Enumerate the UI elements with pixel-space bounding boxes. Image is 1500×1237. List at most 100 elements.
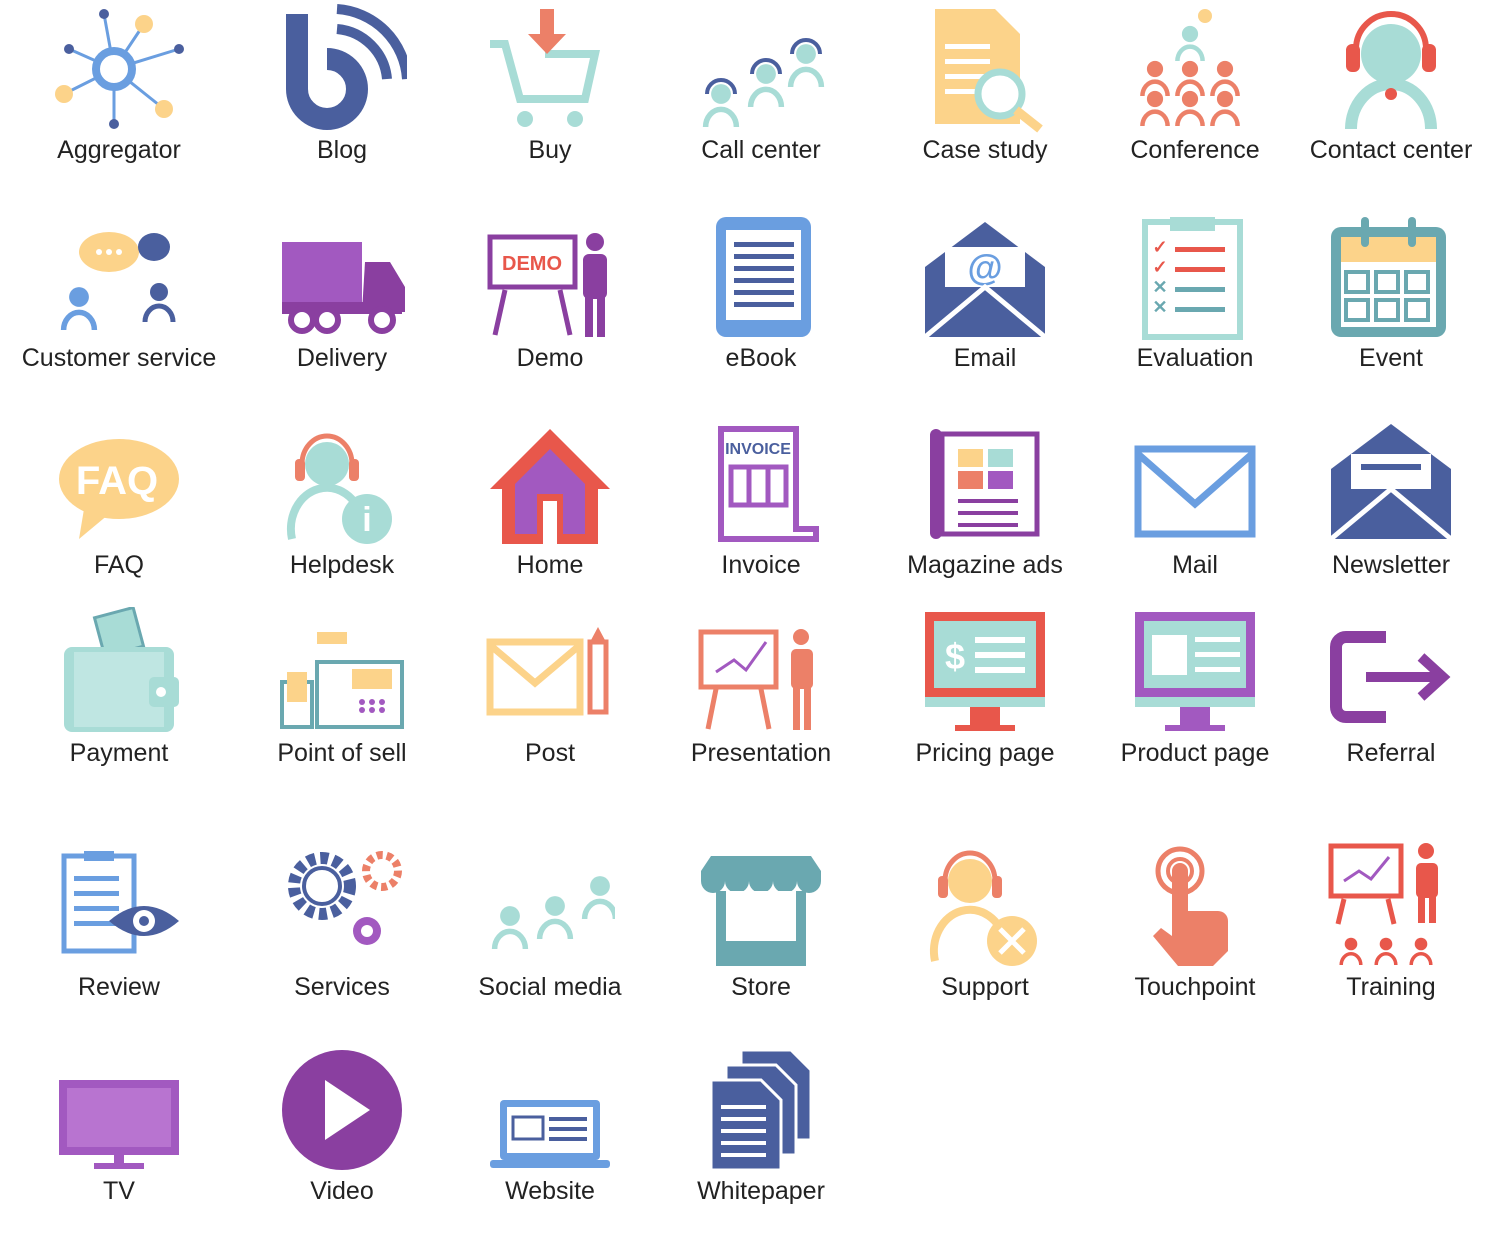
aggregator-icon xyxy=(14,4,224,134)
icon-tile-presentation[interactable]: Presentation xyxy=(656,607,866,768)
icon-tile-contact-center[interactable]: Contact center xyxy=(1286,4,1496,165)
icon-tile-newsletter[interactable]: Newsletter xyxy=(1286,419,1496,580)
icon-tile-website[interactable]: Website xyxy=(445,1045,655,1206)
svg-text:✓: ✓ xyxy=(1152,237,1167,257)
icon-tile-product-page[interactable]: Product page xyxy=(1090,607,1300,768)
icon-tile-email[interactable]: @ Email xyxy=(880,212,1090,373)
icon-label: Evaluation xyxy=(1136,344,1254,372)
icon-label: Buy xyxy=(528,136,572,164)
icon-label: Training xyxy=(1346,973,1436,1001)
cash-register-icon xyxy=(237,607,447,737)
icon-label: TV xyxy=(103,1177,135,1205)
faq-icon: FAQ xyxy=(14,419,224,549)
icon-label: Whitepaper xyxy=(697,1177,825,1205)
video-play-icon xyxy=(237,1045,447,1175)
icon-tile-whitepaper[interactable]: Whitepaper xyxy=(656,1045,866,1206)
icon-tile-services[interactable]: Services xyxy=(237,841,447,1002)
svg-text:$: $ xyxy=(945,636,965,677)
icon-tile-event[interactable]: Event xyxy=(1286,212,1496,373)
icon-label: Services xyxy=(294,973,390,1001)
icon-label: Mail xyxy=(1172,551,1218,579)
icon-tile-home[interactable]: Home xyxy=(445,419,655,580)
icon-tile-support[interactable]: Support xyxy=(880,841,1090,1002)
helpdesk-icon: i xyxy=(237,419,447,549)
icon-tile-call-center[interactable]: Call center xyxy=(656,4,866,165)
whitepaper-icon xyxy=(656,1045,866,1175)
icon-tile-point-of-sell[interactable]: Point of sell xyxy=(237,607,447,768)
case-study-icon xyxy=(880,4,1090,134)
icon-tile-blog[interactable]: Blog xyxy=(237,4,447,165)
icon-tile-ebook[interactable]: eBook xyxy=(656,212,866,373)
icon-tile-case-study[interactable]: Case study xyxy=(880,4,1090,165)
icon-tile-helpdesk[interactable]: i Helpdesk xyxy=(237,419,447,580)
icon-tile-evaluation[interactable]: ✓ ✓ ✕ ✕ Evaluation xyxy=(1090,212,1300,373)
presentation-icon xyxy=(656,607,866,737)
icon-tile-post[interactable]: Post xyxy=(445,607,655,768)
icon-tile-conference[interactable]: Conference xyxy=(1090,4,1300,165)
post-icon xyxy=(445,607,655,737)
icon-tile-customer-service[interactable]: Customer service xyxy=(14,212,224,373)
ebook-icon xyxy=(656,212,866,342)
icon-label: Presentation xyxy=(690,739,832,767)
svg-text:✓: ✓ xyxy=(1152,257,1167,277)
icon-tile-touchpoint[interactable]: Touchpoint xyxy=(1090,841,1300,1002)
icon-tile-training[interactable]: Training xyxy=(1286,841,1496,1002)
svg-text:i: i xyxy=(362,501,371,539)
icon-tile-social-media[interactable]: Social media xyxy=(445,841,655,1002)
icon-tile-payment[interactable]: Payment xyxy=(14,607,224,768)
store-icon xyxy=(656,841,866,971)
blog-icon xyxy=(237,4,447,134)
touchpoint-icon xyxy=(1090,841,1300,971)
icon-tile-delivery[interactable]: Delivery xyxy=(237,212,447,373)
icon-label: Referral xyxy=(1346,739,1436,767)
icon-tile-magazine-ads[interactable]: Magazine ads xyxy=(880,419,1090,580)
icon-tile-review[interactable]: Review xyxy=(14,841,224,1002)
icon-label: Social media xyxy=(478,973,622,1001)
product-page-icon xyxy=(1090,607,1300,737)
email-icon: @ xyxy=(880,212,1090,342)
icon-label: Blog xyxy=(316,136,368,164)
icon-label: Conference xyxy=(1130,136,1260,164)
icon-tile-video[interactable]: Video xyxy=(237,1045,447,1206)
invoice-icon: INVOICE xyxy=(656,419,866,549)
icon-label: Video xyxy=(310,1177,374,1205)
icon-tile-buy[interactable]: Buy xyxy=(445,4,655,165)
customer-service-icon xyxy=(14,212,224,342)
icon-label: Store xyxy=(731,973,791,1001)
icon-tile-referral[interactable]: Referral xyxy=(1286,607,1496,768)
icon-label: Review xyxy=(78,973,160,1001)
icon-label: Delivery xyxy=(296,344,388,372)
training-icon xyxy=(1286,841,1496,971)
event-calendar-icon xyxy=(1286,212,1496,342)
icon-label: Helpdesk xyxy=(289,551,395,579)
contact-center-icon xyxy=(1286,4,1496,134)
icon-label: Aggregator xyxy=(57,136,181,164)
home-icon xyxy=(445,419,655,549)
icon-label: Case study xyxy=(922,136,1048,164)
services-gears-icon xyxy=(237,841,447,971)
svg-text:INVOICE: INVOICE xyxy=(725,441,791,458)
pricing-page-icon: $ xyxy=(880,607,1090,737)
icon-tile-faq[interactable]: FAQ FAQ xyxy=(14,419,224,580)
icon-tile-aggregator[interactable]: Aggregator xyxy=(14,4,224,165)
icon-tile-tv[interactable]: TV xyxy=(14,1045,224,1206)
icon-tile-demo[interactable]: DEMO Demo xyxy=(445,212,655,373)
icon-tile-pricing-page[interactable]: $ Pricing page xyxy=(880,607,1090,768)
icon-label: Magazine ads xyxy=(907,551,1063,579)
icon-tile-store[interactable]: Store xyxy=(656,841,866,1002)
icon-label: Call center xyxy=(701,136,821,164)
review-icon xyxy=(14,841,224,971)
icon-label: FAQ xyxy=(93,551,144,579)
icon-label: Customer service xyxy=(21,344,217,372)
tv-icon xyxy=(14,1045,224,1175)
icon-tile-invoice[interactable]: INVOICE Invoice xyxy=(656,419,866,580)
icon-label: Payment xyxy=(69,739,169,767)
svg-text:✕: ✕ xyxy=(1152,277,1167,297)
referral-icon xyxy=(1286,607,1496,737)
icon-label: Contact center xyxy=(1309,136,1473,164)
icon-label: Support xyxy=(941,973,1029,1001)
social-media-icon xyxy=(445,841,655,971)
icon-tile-mail[interactable]: Mail xyxy=(1090,419,1300,580)
shopping-cart-icon xyxy=(445,4,655,134)
icon-label: Home xyxy=(516,551,584,579)
